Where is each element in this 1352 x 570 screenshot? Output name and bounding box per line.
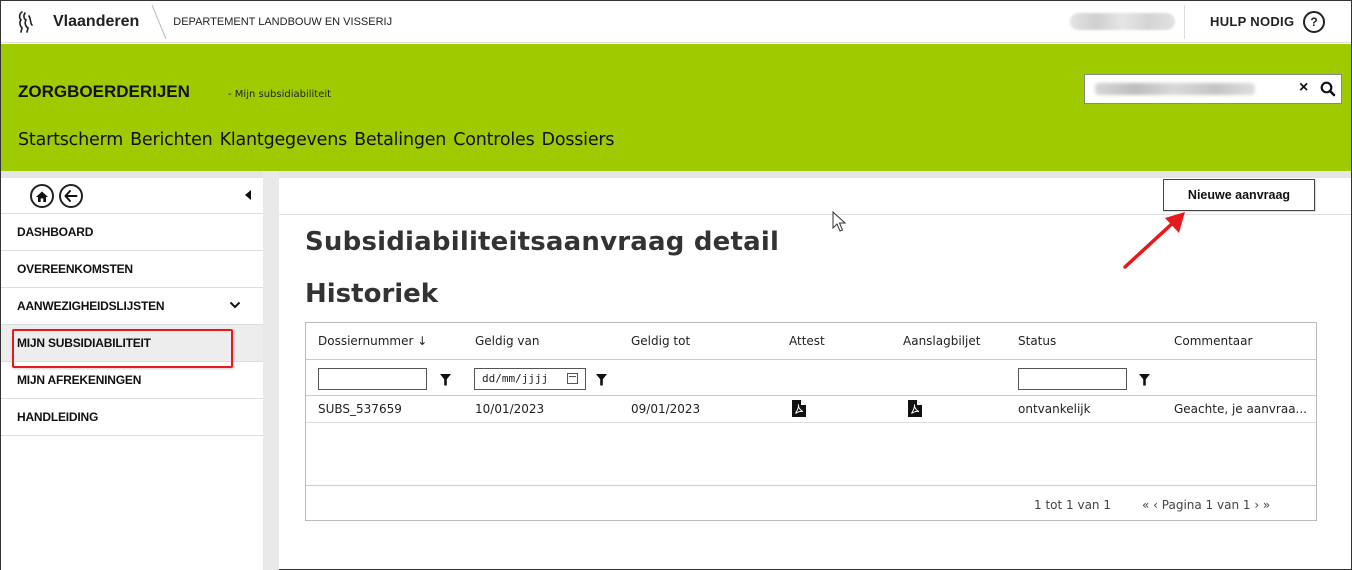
collapse-sidebar-icon[interactable] <box>245 190 251 200</box>
pagination-range: 1 tot 1 van 1 <box>1034 498 1111 512</box>
nav-startscherm[interactable]: Startscherm <box>18 130 123 150</box>
cell-dossiernummer[interactable]: SUBS_537659 <box>318 402 402 416</box>
vlaanderen-lion-icon <box>15 9 37 35</box>
column-header-commentaar[interactable]: Commentaar <box>1174 334 1252 348</box>
column-header-geldig-tot[interactable]: Geldig tot <box>631 334 690 348</box>
filter-icon[interactable] <box>440 374 451 386</box>
sidebar-toolbar <box>1 178 263 214</box>
search-field[interactable]: × <box>1084 74 1342 104</box>
filter-icon[interactable] <box>596 374 607 386</box>
column-header-geldig-van[interactable]: Geldig van <box>475 334 539 348</box>
user-name-blurred[interactable] <box>1070 13 1175 30</box>
date-placeholder: dd/mm/jjjj <box>482 372 549 385</box>
app-subtitle: - Mijn subsidiabiliteit <box>228 89 332 100</box>
attest-pdf-icon[interactable] <box>792 400 806 417</box>
sidebar-item-handleiding[interactable]: HANDLEIDING <box>1 399 263 436</box>
sidebar-divider <box>263 171 279 570</box>
brand-name[interactable]: Vlaanderen <box>53 13 139 31</box>
nav-controles[interactable]: Controles <box>453 130 535 150</box>
sidebar-item-label: DASHBOARD <box>17 225 94 239</box>
aanslagbiljet-pdf-icon[interactable] <box>908 400 922 417</box>
main-nav: Startscherm Berichten Klantgegevens Beta… <box>18 130 615 150</box>
history-table: Dossiernummer ↓ Geldig van Geldig tot At… <box>305 322 1317 521</box>
filter-row-divider <box>306 395 1316 396</box>
app-title[interactable]: ZORGBOERDERIJEN <box>18 82 190 102</box>
mouse-cursor-icon <box>832 211 847 232</box>
row-divider <box>306 422 1316 423</box>
nav-betalingen[interactable]: Betalingen <box>354 130 446 150</box>
column-header-status[interactable]: Status <box>1018 334 1056 348</box>
chevron-down-icon[interactable] <box>229 300 241 310</box>
help-link[interactable]: HULP NODIG <box>1210 14 1294 29</box>
cell-geldig-van: 10/01/2023 <box>475 402 545 416</box>
clear-search-icon[interactable]: × <box>1299 79 1308 97</box>
footer-divider <box>306 485 1316 486</box>
calendar-icon[interactable] <box>567 373 578 384</box>
sidebar-item-overeenkomsten[interactable]: OVEREENKOMSTEN <box>1 251 263 288</box>
home-icon[interactable] <box>30 184 54 208</box>
app-header: ZORGBOERDERIJEN - Mijn subsidiabiliteit … <box>1 44 1351 171</box>
divider <box>1184 5 1185 39</box>
search-icon[interactable] <box>1319 80 1337 98</box>
sidebar: DASHBOARD OVEREENKOMSTEN AANWEZIGHEIDSLI… <box>1 178 263 570</box>
nav-klantgegevens[interactable]: Klantgegevens <box>220 130 348 150</box>
column-header-aanslagbiljet[interactable]: Aanslagbiljet <box>903 334 980 348</box>
red-arrow-annotation <box>1123 212 1185 269</box>
page-title: Subsidiabiliteitsaanvraag detail <box>305 227 780 257</box>
search-value-blurred <box>1095 83 1255 95</box>
dossiernummer-filter-input[interactable] <box>318 368 427 390</box>
header-strip <box>1 171 1351 178</box>
sidebar-item-label: OVEREENKOMSTEN <box>17 262 133 276</box>
cell-commentaar: Geachte, je aanvraa... <box>1174 402 1307 416</box>
cell-geldig-tot: 09/01/2023 <box>631 402 701 416</box>
highlight-box <box>12 329 233 368</box>
separator-slash <box>151 4 167 39</box>
sidebar-item-label: MIJN AFREKENINGEN <box>17 373 142 387</box>
nav-berichten[interactable]: Berichten <box>130 130 213 150</box>
sidebar-item-label: AANWEZIGHEIDSLIJSTEN <box>17 299 165 313</box>
back-arrow-icon[interactable] <box>59 184 83 208</box>
section-title: Historiek <box>305 279 439 309</box>
sidebar-item-label: HANDLEIDING <box>17 410 99 424</box>
nav-dossiers[interactable]: Dossiers <box>542 130 615 150</box>
help-icon[interactable]: ? <box>1303 11 1325 33</box>
department-name[interactable]: DEPARTEMENT LANDBOUW EN VISSERIJ <box>173 16 392 28</box>
column-header-dossiernummer[interactable]: Dossiernummer ↓ <box>318 334 427 348</box>
filter-icon[interactable] <box>1139 374 1150 386</box>
pagination-controls[interactable]: « ‹ Pagina 1 van 1 › » <box>1142 498 1270 512</box>
sidebar-item-dashboard[interactable]: DASHBOARD <box>1 214 263 251</box>
cell-status: ontvankelijk <box>1018 402 1091 416</box>
sidebar-item-aanwezigheidslijsten[interactable]: AANWEZIGHEIDSLIJSTEN <box>1 288 263 325</box>
status-filter-input[interactable] <box>1018 368 1127 390</box>
header-divider <box>306 359 1316 360</box>
geldig-van-date-input[interactable]: dd/mm/jjjj <box>474 368 586 390</box>
column-header-attest[interactable]: Attest <box>789 334 825 348</box>
